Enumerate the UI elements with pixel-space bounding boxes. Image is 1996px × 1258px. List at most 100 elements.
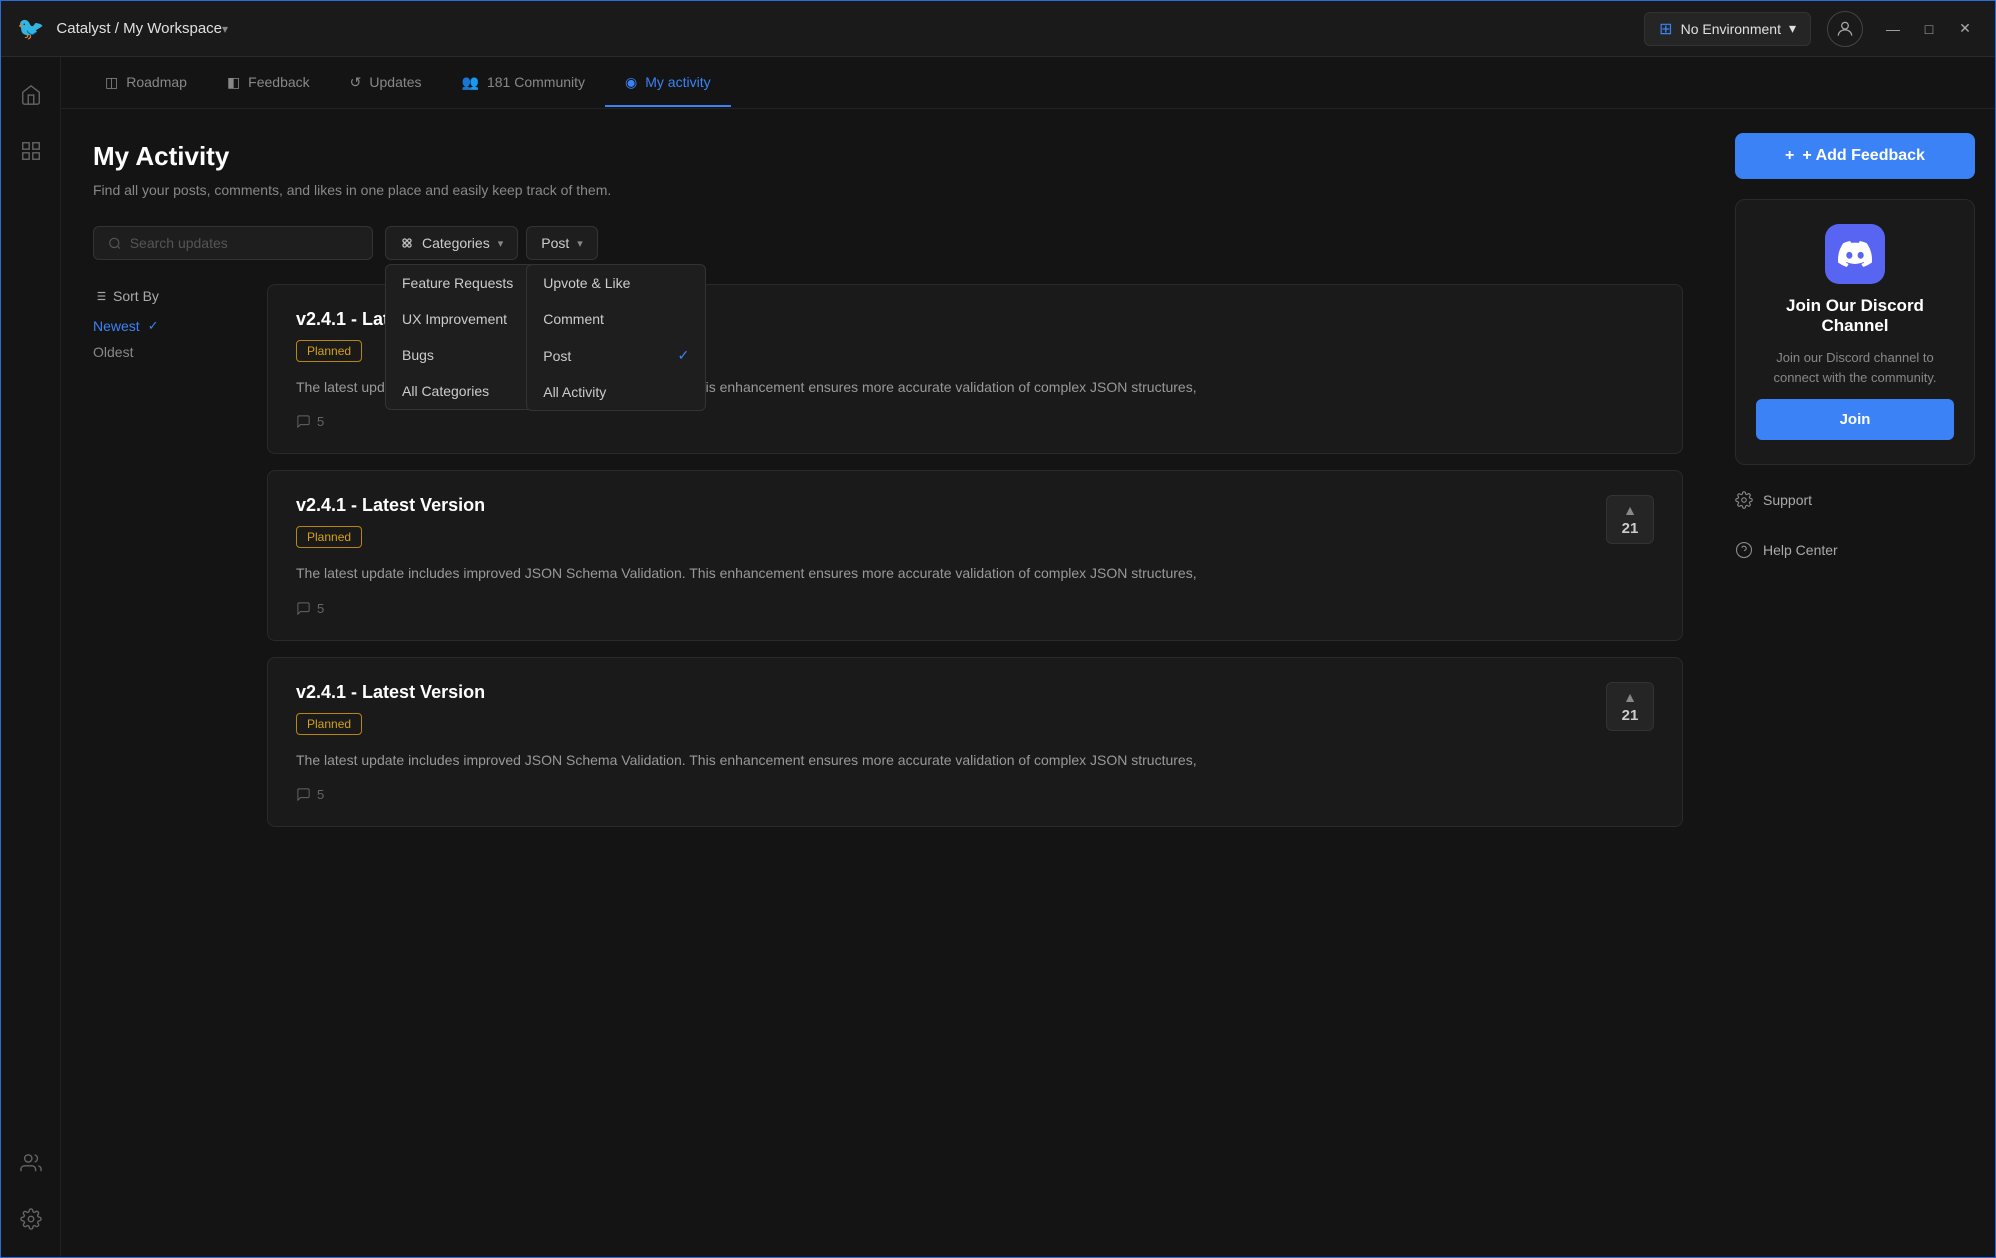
discord-join-button[interactable]: Join [1756,399,1954,440]
tab-community[interactable]: 👥 181 Community [442,60,605,107]
close-button[interactable]: ✕ [1951,15,1979,43]
search-box[interactable] [93,226,373,260]
sidebar-item-dashboard[interactable] [9,129,53,173]
add-feedback-label: + Add Feedback [1802,147,1925,165]
feedback-icon: ◧ [227,74,240,91]
sort-newest-check-icon: ✓ [148,318,159,334]
discord-logo-icon [1825,224,1885,284]
community-icon: 👥 [462,74,479,91]
category-all-label: All Categories [402,383,489,399]
help-center-link[interactable]: Help Center [1735,535,1975,565]
post-dropdown-wrapper: Post ▾ Upvote & Like Comment [526,226,598,260]
help-center-label: Help Center [1763,542,1838,558]
post-comment[interactable]: Comment [527,301,705,337]
titlebar-chevron-icon[interactable]: ▾ [222,22,228,36]
support-link[interactable]: Support [1735,485,1975,515]
tabbar: ◫ Roadmap ◧ Feedback ↺ Updates 👥 181 Com… [61,57,1995,109]
categories-chevron-icon: ▾ [498,237,504,250]
post-1-meta: 5 [296,414,1654,429]
discord-description: Join our Discord channel to connect with… [1756,348,1954,387]
sidebar-item-home[interactable] [9,73,53,117]
sidebar [1,57,61,1257]
comment-label: Comment [543,311,604,327]
post-1-badge: Planned [296,340,362,362]
post-2-body: The latest update includes improved JSON… [296,562,1654,584]
tab-updates[interactable]: ↺ Updates [330,60,442,107]
post-card-2: v2.4.1 - Latest Version Planned ▲ 21 The… [267,470,1683,640]
support-label: Support [1763,492,1812,508]
post-3-badge: Planned [296,713,362,735]
filters-row: Categories ▾ Feature Requests UX Improve… [93,226,1683,260]
vote-box-2[interactable]: ▲ 21 [1606,495,1654,544]
sidebar-item-team[interactable] [9,1141,53,1185]
upvote-like-label: Upvote & Like [543,275,630,291]
sidebar-item-settings[interactable] [9,1197,53,1241]
category-bugs-label: Bugs [402,347,434,363]
categories-icon [400,236,414,250]
env-chevron-icon: ▾ [1789,20,1796,37]
categories-dropdown-btn[interactable]: Categories ▾ [385,226,518,260]
categories-label: Categories [422,235,490,251]
vote-box-3[interactable]: ▲ 21 [1606,682,1654,731]
tab-myactivity-label: My activity [645,74,710,90]
discord-card: Join Our Discord Channel Join our Discor… [1735,199,1975,465]
tab-feedback-label: Feedback [248,74,309,90]
post-label: Post [541,235,569,251]
sort-oldest[interactable]: Oldest [93,344,243,360]
vote-up-icon-2: ▲ [1623,502,1637,518]
post-post-label: Post [543,348,571,364]
comment-icon-2 [296,601,311,616]
tab-myactivity[interactable]: ◉ My activity [605,60,731,107]
post-1-comments: 5 [317,414,324,429]
category-ux-label: UX Improvement [402,311,507,327]
post-chevron-icon: ▾ [577,237,583,250]
post-2-meta: 5 [296,601,1654,616]
sort-sidebar: Sort By Newest ✓ Oldest [93,284,243,827]
user-avatar[interactable] [1827,11,1863,47]
dropdowns-container: Categories ▾ Feature Requests UX Improve… [385,226,598,260]
sort-icon [93,289,107,303]
help-icon [1735,541,1753,559]
roadmap-icon: ◫ [105,74,118,91]
app-window: 🐦 Catalyst / My Workspace ▾ ⊞ No Environ… [0,0,1996,1258]
tab-roadmap-label: Roadmap [126,74,187,90]
minimize-button[interactable]: — [1879,15,1907,43]
app-title: Catalyst / My Workspace [56,20,222,37]
tab-roadmap[interactable]: ◫ Roadmap [85,60,207,107]
discord-title: Join Our Discord Channel [1756,296,1954,336]
tab-updates-label: Updates [369,74,421,90]
post-dropdown-btn[interactable]: Post ▾ [526,226,598,260]
page-subtitle: Find all your posts, comments, and likes… [93,182,1683,198]
content-with-sort: Sort By Newest ✓ Oldest [93,284,1683,827]
add-feedback-icon: + [1785,147,1794,165]
sort-newest[interactable]: Newest ✓ [93,318,243,334]
post-3-body: The latest update includes improved JSON… [296,749,1654,771]
post-3-comments: 5 [317,787,324,802]
category-feature-label: Feature Requests [402,275,513,291]
sort-oldest-label: Oldest [93,344,133,360]
comment-icon-3 [296,787,311,802]
categories-dropdown-wrapper: Categories ▾ Feature Requests UX Improve… [385,226,518,260]
env-label: No Environment [1681,21,1781,37]
titlebar: 🐦 Catalyst / My Workspace ▾ ⊞ No Environ… [1,1,1995,57]
env-icon: ⊞ [1659,19,1672,39]
post-all-activity[interactable]: All Activity [527,374,705,410]
post-3-title: v2.4.1 - Latest Version [296,682,1606,703]
post-post[interactable]: Post ✓ [527,337,705,374]
search-input[interactable] [130,235,358,251]
vote-count-2: 21 [1622,520,1639,537]
post-2-comments: 5 [317,601,324,616]
sort-newest-label: Newest [93,318,140,334]
post-card-3: v2.4.1 - Latest Version Planned ▲ 21 The… [267,657,1683,827]
post-2-title: v2.4.1 - Latest Version [296,495,1606,516]
post-upvote-like[interactable]: Upvote & Like [527,265,705,301]
main-panel: My Activity Find all your posts, comment… [61,109,1715,1257]
tab-feedback[interactable]: ◧ Feedback [207,60,330,107]
myactivity-icon: ◉ [625,74,637,91]
env-selector[interactable]: ⊞ No Environment ▾ [1644,12,1811,46]
post-3-meta: 5 [296,787,1654,802]
post-menu: Upvote & Like Comment Post ✓ [526,264,706,411]
maximize-button[interactable]: □ [1915,15,1943,43]
all-activity-label: All Activity [543,384,606,400]
add-feedback-button[interactable]: + + Add Feedback [1735,133,1975,179]
